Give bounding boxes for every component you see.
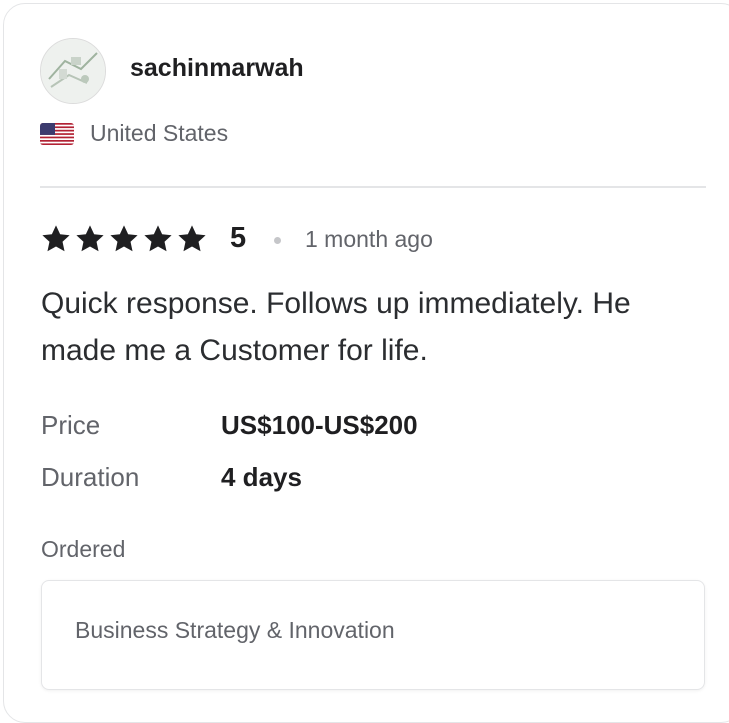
- us-flag-icon: [40, 123, 74, 145]
- username[interactable]: sachinmarwah: [130, 54, 304, 83]
- star-icon: [142, 223, 174, 255]
- star-icon: [40, 223, 72, 255]
- rating-value: 5: [230, 222, 247, 254]
- star-rating: [40, 223, 208, 255]
- star-icon: [74, 223, 106, 255]
- avatar-image: [41, 39, 105, 103]
- duration-label: Duration: [41, 462, 140, 492]
- star-icon: [176, 223, 208, 255]
- review-time: 1 month ago: [305, 226, 433, 252]
- ordered-service-box[interactable]: Business Strategy & Innovation: [41, 580, 705, 690]
- price-label: Price: [41, 410, 101, 440]
- avatar[interactable]: [40, 38, 106, 104]
- country-name: United States: [90, 120, 229, 146]
- star-icon: [108, 223, 140, 255]
- review-text: Quick response. Follows up immediately. …: [41, 287, 631, 367]
- ordered-service-name: Business Strategy & Innovation: [75, 617, 395, 643]
- price-value: US$100-US$200: [221, 410, 418, 440]
- separator-dot: [274, 237, 281, 244]
- review-card: sachinmarwah United States 5 1 month ago…: [3, 3, 729, 723]
- ordered-label: Ordered: [41, 536, 126, 562]
- duration-value: 4 days: [221, 462, 302, 492]
- divider: [40, 186, 706, 188]
